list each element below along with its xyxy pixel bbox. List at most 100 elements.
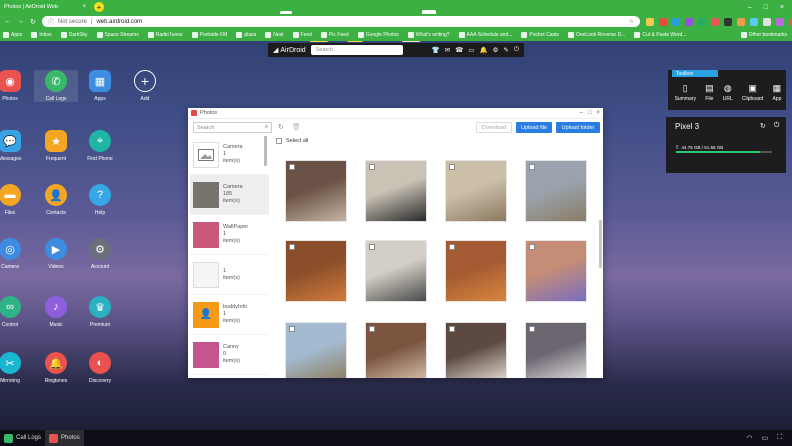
bookmark-item[interactable]: Poolside FM	[191, 32, 227, 38]
photo-checkbox[interactable]	[289, 244, 295, 250]
album-item[interactable]: Canny 0 item(s)	[190, 335, 269, 375]
toolbox-item-file[interactable]: ▤ File	[705, 84, 714, 103]
extension-icon[interactable]	[775, 17, 784, 26]
minimize-icon[interactable]: –	[748, 4, 752, 11]
search-icon[interactable]: ⌕	[265, 124, 268, 131]
photo-checkbox[interactable]	[449, 326, 455, 332]
photo-checkbox[interactable]	[529, 164, 535, 170]
album-item[interactable]: Download99	[190, 375, 269, 378]
photo-checkbox[interactable]	[369, 244, 375, 250]
desktop-icon-photos[interactable]: ◉ Photos	[0, 70, 32, 102]
photo-thumbnail[interactable]	[525, 240, 587, 302]
extension-icon[interactable]	[710, 17, 719, 26]
mail-icon[interactable]: ✉	[445, 46, 450, 54]
bookmark-item[interactable]: Feed	[292, 32, 312, 38]
extension-icon[interactable]	[684, 17, 693, 26]
desktop-icon-discovery[interactable]: ◐ Discovery	[78, 352, 122, 384]
bookmark-item[interactable]: Google Photos	[357, 32, 399, 38]
album-item[interactable]: Camera 1 item(s)	[190, 135, 269, 175]
photo-checkbox[interactable]	[369, 326, 375, 332]
photo-checkbox[interactable]	[529, 326, 535, 332]
desktop-icon-apps[interactable]: ▦ Apps	[78, 70, 122, 102]
browser-tab[interactable]: Photos | AirDroid Web ×	[0, 0, 90, 14]
shirt-icon[interactable]: 👕	[432, 46, 440, 54]
desktop-icon-videos[interactable]: ▶ Videos	[34, 238, 78, 270]
photo-grid-scrollbar[interactable]	[599, 220, 602, 268]
minimize-icon[interactable]: –	[580, 110, 583, 116]
photo-checkbox[interactable]	[449, 244, 455, 250]
photo-checkbox[interactable]	[289, 164, 295, 170]
desktop-icon-find-phone[interactable]: ⌖ Find Phone	[78, 130, 122, 162]
refresh-icon[interactable]: ↻	[760, 122, 766, 130]
photo-thumbnail[interactable]	[525, 160, 587, 222]
bookmark-item[interactable]: DarkSky	[60, 32, 88, 38]
photo-checkbox[interactable]	[289, 326, 295, 332]
reload-icon[interactable]: ↻	[30, 18, 36, 26]
photo-checkbox[interactable]	[529, 244, 535, 250]
select-all-checkbox[interactable]	[276, 138, 282, 144]
extension-icon[interactable]	[697, 17, 706, 26]
photo-thumbnail[interactable]	[285, 322, 347, 378]
forward-icon[interactable]: →	[17, 18, 24, 25]
photo-thumbnail[interactable]	[365, 160, 427, 222]
extension-icon[interactable]	[723, 17, 732, 26]
window-close-icon[interactable]: ×	[780, 4, 784, 11]
photo-thumbnail[interactable]	[445, 322, 507, 378]
extension-icon[interactable]	[762, 17, 771, 26]
back-icon[interactable]: ←	[4, 18, 11, 25]
omnibox[interactable]: ⓘ Not secure | web.airdroid.com ☆	[41, 16, 640, 27]
bookmark-item[interactable]: OneLook Reverse D...	[567, 32, 625, 38]
bookmark-item[interactable]: AAA Schedule and...	[458, 32, 512, 38]
refresh-icon[interactable]: ↻	[278, 123, 284, 131]
desktop-icon-account[interactable]: ⚙ Account	[78, 238, 122, 270]
message-icon[interactable]: ▭	[468, 46, 474, 54]
extension-icon[interactable]	[736, 17, 745, 26]
toolbox-item-url[interactable]: ◍ URL	[723, 84, 733, 103]
power-icon[interactable]: ⏻	[514, 46, 519, 54]
airdroid-search-input[interactable]: Search	[310, 45, 403, 55]
photo-thumbnail[interactable]	[285, 240, 347, 302]
desktop-icon-help[interactable]: ? Help	[78, 184, 122, 216]
bookmark-item[interactable]: RadioTunes	[147, 32, 183, 38]
bookmark-item[interactable]: Nest	[265, 32, 284, 38]
desktop-icon-mirroring[interactable]: ✂ Mirroring	[0, 352, 32, 384]
maximize-icon[interactable]: □	[764, 4, 768, 11]
desktop-icon-add[interactable]: + Add	[123, 70, 167, 102]
desktop-icon-files[interactable]: ▬ Files	[0, 184, 32, 216]
desktop-icon-camera[interactable]: ◎ Camera	[0, 238, 32, 270]
pencil-icon[interactable]: ✎	[503, 46, 508, 54]
bell-icon[interactable]: 🔔	[479, 46, 487, 54]
bookmark-item[interactable]: Apps	[3, 32, 22, 38]
bookmark-item[interactable]: What's writing?	[407, 32, 450, 38]
extension-icon[interactable]	[658, 17, 667, 26]
phone-icon[interactable]: ☎	[455, 46, 463, 54]
desktop-icon-messages[interactable]: 💬 Messages	[0, 130, 32, 162]
power-icon[interactable]: ⏻	[774, 122, 780, 130]
toolbox-item-summary[interactable]: ▯ Summary	[675, 84, 696, 103]
album-scrollbar[interactable]	[264, 136, 267, 166]
close-icon[interactable]: ×	[596, 110, 600, 116]
album-item[interactable]: WallPaper 1 item(s)	[190, 215, 269, 255]
select-all[interactable]: Select all	[276, 138, 308, 144]
photo-thumbnail[interactable]	[445, 240, 507, 302]
maximize-icon[interactable]: □	[588, 110, 592, 116]
toolbox-tab[interactable]: Toolbox	[672, 70, 718, 77]
photos-window-titlebar[interactable]: Photos – □ ×	[188, 108, 603, 119]
bookmark-item[interactable]: Pocket Casts	[521, 32, 559, 38]
desktop-icon-music[interactable]: ♪ Music	[34, 296, 78, 328]
photo-thumbnail[interactable]	[365, 322, 427, 378]
album-item[interactable]: Camera 185 item(s)	[190, 175, 269, 215]
taskbar-item-photos[interactable]: Photos	[45, 430, 84, 446]
url-text[interactable]: web.airdroid.com	[96, 19, 142, 25]
extension-icon[interactable]	[671, 17, 680, 26]
bookmark-other[interactable]: Other bookmarks	[740, 32, 787, 38]
toolbox-item-app[interactable]: ▦ App	[772, 84, 781, 103]
photo-checkbox[interactable]	[369, 164, 375, 170]
photo-thumbnail[interactable]	[285, 160, 347, 222]
photo-thumbnail[interactable]	[525, 322, 587, 378]
photos-search-input[interactable]: Search ⌕	[193, 122, 272, 133]
fullscreen-icon[interactable]: ⛶	[777, 434, 782, 442]
toolbox-item-clipboard[interactable]: ▣ Clipboard	[742, 84, 763, 103]
desktop-icon-frequent[interactable]: ★ Frequent	[34, 130, 78, 162]
upload-folder-button[interactable]: Upload folder	[556, 122, 600, 133]
